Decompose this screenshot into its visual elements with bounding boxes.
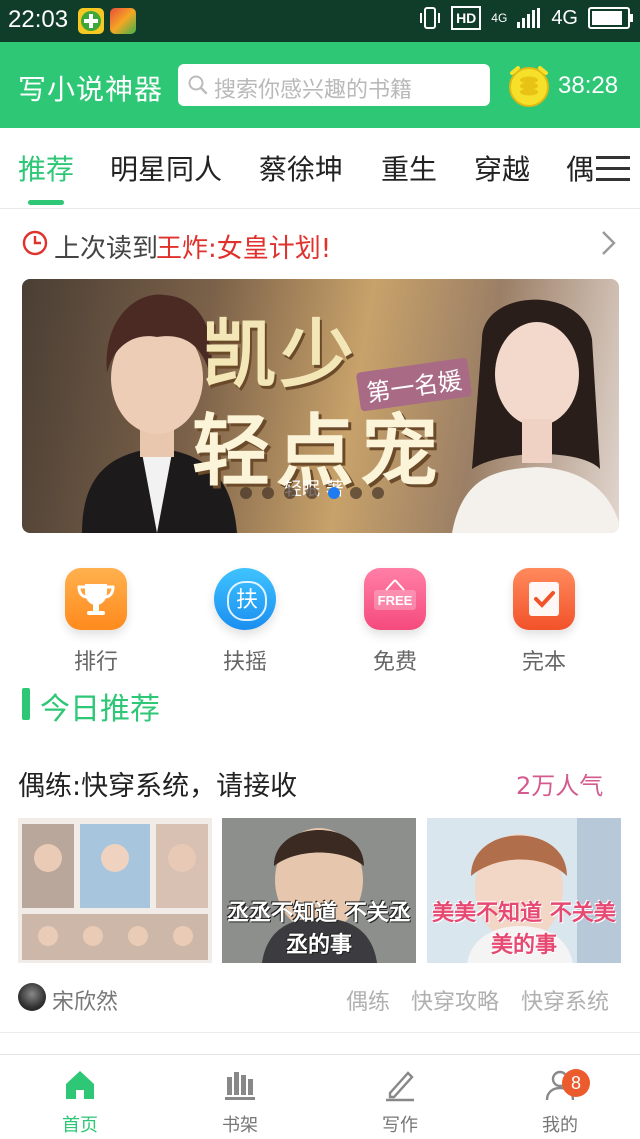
section-accent-bar	[22, 688, 30, 720]
pen-icon	[386, 1071, 414, 1102]
nav-label: 首页	[62, 1115, 98, 1136]
app-title: 写小说神器	[18, 73, 164, 106]
coin-clock-icon[interactable]	[506, 64, 552, 108]
tab-idol[interactable]: 偶	[566, 148, 594, 188]
carousel-dot[interactable]	[350, 487, 362, 499]
search-icon	[188, 75, 208, 95]
fuyao-glyph: 扶	[227, 581, 267, 621]
quick-link-label: 完本	[521, 650, 566, 675]
divider	[0, 1032, 640, 1033]
clock-icon	[22, 230, 48, 256]
chevron-right-icon[interactable]	[598, 230, 618, 256]
banner-female-figure	[452, 299, 619, 533]
last-read-book[interactable]: 王炸:女皇计划!	[156, 228, 331, 265]
book-thumbnail[interactable]: 丞丞不知道 不关丞丞的事	[222, 818, 416, 963]
promo-banner[interactable]: 凯少 第一名媛 轻点宠 轻眠 著	[22, 279, 619, 533]
quick-link-ranking[interactable]: 排行	[36, 568, 156, 676]
check-book-icon	[513, 568, 575, 630]
signal-icon	[517, 8, 541, 28]
book-tag[interactable]: 快穿系统	[521, 984, 609, 1016]
vibrate-icon	[420, 7, 441, 29]
carousel-dot[interactable]	[284, 487, 296, 499]
search-placeholder: 搜索你感兴趣的书籍	[214, 78, 413, 103]
nav-home[interactable]: 首页	[20, 1055, 140, 1139]
tab-star-fanfic[interactable]: 明星同人	[110, 148, 222, 188]
status-indicators: HD 4G 4G	[419, 6, 633, 30]
book-popularity: 2万人气	[516, 772, 604, 800]
battery-icon	[588, 7, 633, 29]
tab-rebirth[interactable]: 重生	[381, 148, 437, 188]
nav-label: 我的	[542, 1115, 578, 1136]
carousel-dot[interactable]	[240, 487, 252, 499]
category-tabs: 推荐 明星同人 蔡徐坤 重生 穿越 偶	[0, 128, 640, 209]
quick-link-label: 排行	[73, 650, 118, 675]
book-thumbnail[interactable]: 美美不知道 不关美美的事	[427, 818, 621, 963]
carousel-dot-active[interactable]	[328, 487, 340, 499]
nav-write[interactable]: 写作	[340, 1055, 460, 1139]
bottom-nav: 首页 书架 写作 8 我的	[0, 1054, 640, 1139]
quick-link-completed[interactable]: 完本	[484, 568, 604, 676]
nav-label: 书架	[222, 1115, 258, 1136]
section-title: 今日推荐	[40, 692, 160, 727]
notification-badge: 8	[562, 1069, 590, 1097]
last-read-label: 上次读到	[54, 234, 159, 264]
quick-link-label: 免费	[372, 650, 417, 675]
network-type: 4G	[551, 6, 578, 29]
tab-cai-xukun[interactable]: 蔡徐坤	[259, 148, 343, 188]
active-tab-indicator	[28, 200, 64, 205]
app-header: 写小说神器 搜索你感兴趣的书籍 38:28	[0, 42, 640, 128]
status-bar: 22:03 HD 4G 4G	[0, 0, 640, 42]
hd-indicator: HD	[451, 6, 482, 30]
network-type-small: 4G	[491, 11, 508, 25]
notification-game-icon	[110, 8, 136, 34]
book-tag[interactable]: 偶练	[346, 984, 390, 1016]
last-read-bar[interactable]: 上次读到 王炸:女皇计划!	[0, 208, 640, 278]
nav-label: 写作	[382, 1115, 418, 1136]
quick-link-free[interactable]: FREE 免费	[335, 568, 455, 676]
free-sign-icon: FREE	[364, 568, 426, 630]
trophy-icon	[65, 568, 127, 630]
avatar	[18, 983, 46, 1011]
free-glyph: FREE	[377, 593, 413, 608]
menu-icon[interactable]	[596, 156, 630, 182]
search-input[interactable]: 搜索你感兴趣的书籍	[178, 64, 490, 106]
book-thumbnail[interactable]	[18, 818, 212, 963]
banner-title-line1: 凯少	[202, 312, 358, 398]
carousel-dot[interactable]	[372, 487, 384, 499]
book-author: 宋欣然	[52, 990, 119, 1015]
thumbnail-caption: 丞丞不知道 不关丞丞的事	[227, 901, 411, 958]
bookshelf-icon	[225, 1072, 255, 1100]
status-time: 22:03	[8, 6, 69, 33]
thumbnail-caption: 美美不知道 不关美美的事	[432, 901, 616, 958]
home-icon	[66, 1071, 94, 1099]
book-title[interactable]: 偶练:快穿系统，请接收	[18, 764, 297, 803]
reading-timer: 38:28	[558, 72, 619, 99]
tab-recommend[interactable]: 推荐	[18, 148, 74, 188]
book-tag[interactable]: 快穿攻略	[411, 984, 499, 1016]
nav-bookshelf[interactable]: 书架	[180, 1055, 300, 1139]
carousel-dot[interactable]	[306, 487, 318, 499]
carousel-dot[interactable]	[262, 487, 274, 499]
tab-time-travel[interactable]: 穿越	[474, 148, 530, 188]
notification-app-icon	[78, 8, 104, 34]
fuyao-icon: 扶	[214, 568, 276, 630]
quick-link-label: 扶摇	[222, 650, 267, 675]
nav-profile[interactable]: 8 我的	[500, 1055, 620, 1139]
carousel-indicator	[240, 487, 384, 499]
quick-link-fuyao[interactable]: 扶 扶摇	[185, 568, 305, 676]
